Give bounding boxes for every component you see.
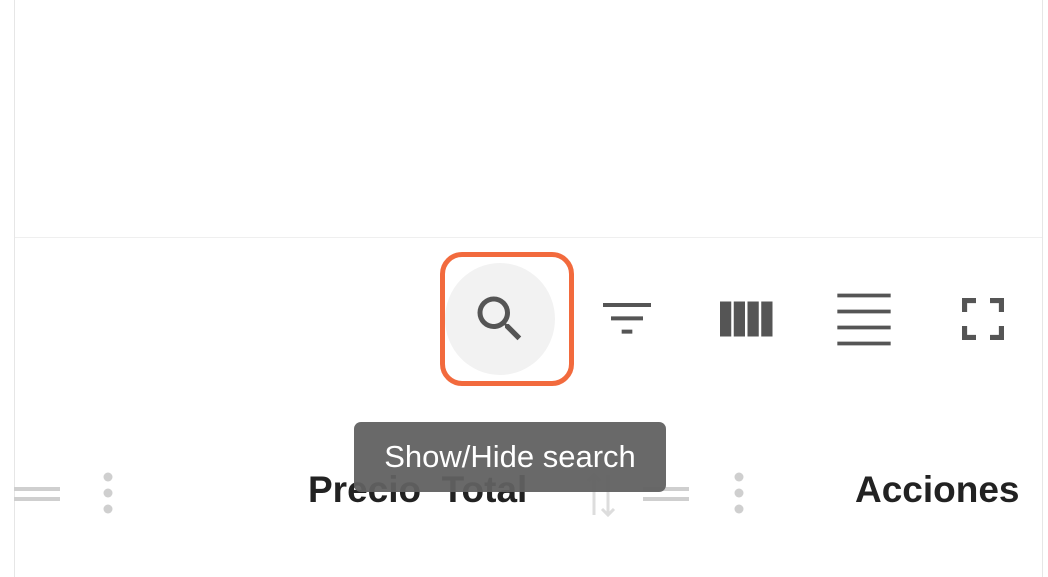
drag-handle-icon[interactable] [14, 481, 62, 507]
density-icon [837, 293, 891, 346]
column-header-acciones[interactable]: Acciones [855, 469, 1020, 511]
show-hide-search-button[interactable] [445, 263, 555, 375]
show-hide-columns-button[interactable] [690, 264, 800, 374]
search-icon [477, 296, 522, 341]
filter-icon [603, 303, 651, 334]
search-button-ripple [445, 263, 555, 375]
fullscreen-icon [962, 298, 1004, 340]
table-body-previous-area [15, 0, 1042, 238]
toggle-density-button[interactable] [809, 264, 919, 374]
columns-icon [720, 301, 773, 337]
column-actions-icon[interactable] [100, 469, 116, 519]
column-actions-icon[interactable] [731, 469, 747, 519]
show-hide-filters-button[interactable] [572, 264, 682, 374]
search-tooltip: Show/Hide search [354, 422, 666, 492]
toggle-fullscreen-button[interactable] [928, 264, 1038, 374]
